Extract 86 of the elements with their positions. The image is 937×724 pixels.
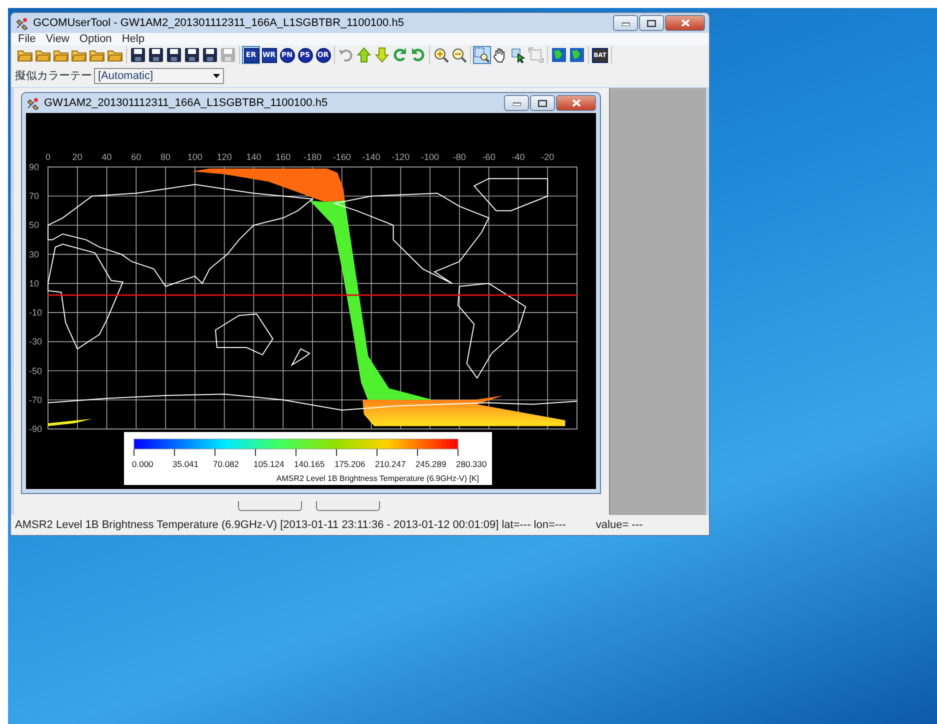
close-button[interactable] <box>665 15 705 31</box>
scale-label: 35.041 <box>172 459 198 469</box>
latitude-label: 30 <box>29 249 40 260</box>
toolbar-button[interactable] <box>432 46 450 64</box>
pointer-icon <box>510 47 526 63</box>
longitude-label: -140 <box>362 152 380 162</box>
maximize-icon <box>538 100 547 106</box>
panel-button[interactable] <box>238 501 302 511</box>
longitude-label: 20 <box>72 152 82 162</box>
latitude-label: 50 <box>29 220 40 230</box>
menu-item[interactable]: View <box>40 33 74 45</box>
scale-label: 140.165 <box>294 459 325 469</box>
longitude-label: -20 <box>541 152 554 162</box>
scale-label: 210.247 <box>375 459 406 469</box>
maximize-button[interactable] <box>639 15 664 31</box>
rotate-arrow-icon <box>392 47 408 63</box>
map-icon <box>551 47 567 63</box>
longitude-label: -160 <box>332 152 351 162</box>
toolbar-button[interactable] <box>450 46 468 64</box>
minimize-icon <box>512 100 520 106</box>
window-title: GW1AM2_201301112311_166A_L1SGBTBR_1100100.h5 <box>44 96 328 111</box>
latitude-label: 90 <box>29 162 40 172</box>
colorbar-title: AMSR2 Level 1B Brightness Temperature (6.9GHz-V) [K] <box>276 474 479 483</box>
longitude-label: 120 <box>216 152 232 162</box>
latitude-label: -70 <box>29 394 42 405</box>
scale-label: 175.206 <box>334 459 366 469</box>
latitude-label: -90 <box>29 424 42 432</box>
longitude-label: -40 <box>512 152 525 162</box>
scale-label: 70.082 <box>213 459 239 469</box>
minimize-icon <box>622 20 630 26</box>
window-title: GCOMUserTool - GW1AM2_201301112311_166A_L1SGBTBR_1100100.h5 <box>33 16 404 31</box>
latitude-label: -30 <box>29 336 42 347</box>
status-text: AMSR2 Level 1B Brightness Temperature (6.9GHz-V) [2013-01-11 23:11:36 - 2013-01-12 00:01:09] lat=--- lon=--- <box>15 518 566 533</box>
toolbar-button[interactable] <box>183 46 201 64</box>
menu-item[interactable]: Option <box>74 33 117 45</box>
map-icon <box>569 47 585 63</box>
longitude-label: 0 <box>46 152 50 162</box>
satellite-icon <box>26 96 40 110</box>
zoom-in-icon <box>433 47 449 63</box>
toolbar-button[interactable] <box>201 46 219 64</box>
fit-frame-icon <box>528 47 544 63</box>
latitude-label: 70 <box>29 191 40 202</box>
up-arrow-icon <box>356 47 372 63</box>
latitude-label: -10 <box>29 308 42 318</box>
longitude-label: -120 <box>392 152 410 162</box>
longitude-label: 100 <box>187 152 202 162</box>
scale-label: 280.330 <box>456 459 487 469</box>
longitude-label: -100 <box>421 152 440 162</box>
close-icon <box>680 19 690 27</box>
minimize-button[interactable] <box>504 95 529 111</box>
color-table-dropdown[interactable]: [Automatic] <box>94 68 224 84</box>
status-value: value= --- <box>596 518 643 533</box>
toolbar-button[interactable] <box>165 46 183 64</box>
minimize-button[interactable] <box>613 15 638 31</box>
toolbar-button[interactable] <box>147 46 165 64</box>
close-icon <box>572 99 580 107</box>
scale-label: 0.000 <box>132 459 154 469</box>
latitude-label: 10 <box>29 278 40 288</box>
satellite-icon <box>15 16 29 30</box>
toolbar-button[interactable] <box>509 46 527 64</box>
toolbar-button[interactable] <box>473 46 491 64</box>
longitude-label: 140 <box>246 152 262 162</box>
longitude-label: -80 <box>452 152 466 162</box>
scale-label: 105.124 <box>254 459 284 469</box>
down-arrow-icon <box>374 47 390 63</box>
color-table-label: 擬似カラーテー <box>15 68 92 84</box>
latitude-label: -50 <box>29 366 42 376</box>
longitude-label: 60 <box>131 152 142 162</box>
undo-arrow-icon <box>338 47 354 63</box>
zoom-select-icon <box>474 47 490 63</box>
dropdown-arrow-icon <box>213 74 220 78</box>
toolbar-button[interactable] <box>129 46 147 64</box>
longitude-label: 40 <box>102 152 112 162</box>
menu-item[interactable]: Help <box>116 33 150 45</box>
close-button[interactable] <box>556 95 596 111</box>
longitude-label: 160 <box>276 152 291 162</box>
rotate-arrow-icon <box>410 47 426 63</box>
maximize-icon <box>647 20 656 26</box>
longitude-label: 80 <box>160 152 171 162</box>
scale-label: 245.289 <box>416 459 446 469</box>
longitude-label: -180 <box>304 152 322 162</box>
zoom-out-icon <box>451 47 467 63</box>
panel-button[interactable] <box>316 501 380 511</box>
longitude-label: -60 <box>482 152 496 162</box>
maximize-button[interactable] <box>530 95 555 111</box>
menu-item[interactable]: File <box>13 33 41 45</box>
